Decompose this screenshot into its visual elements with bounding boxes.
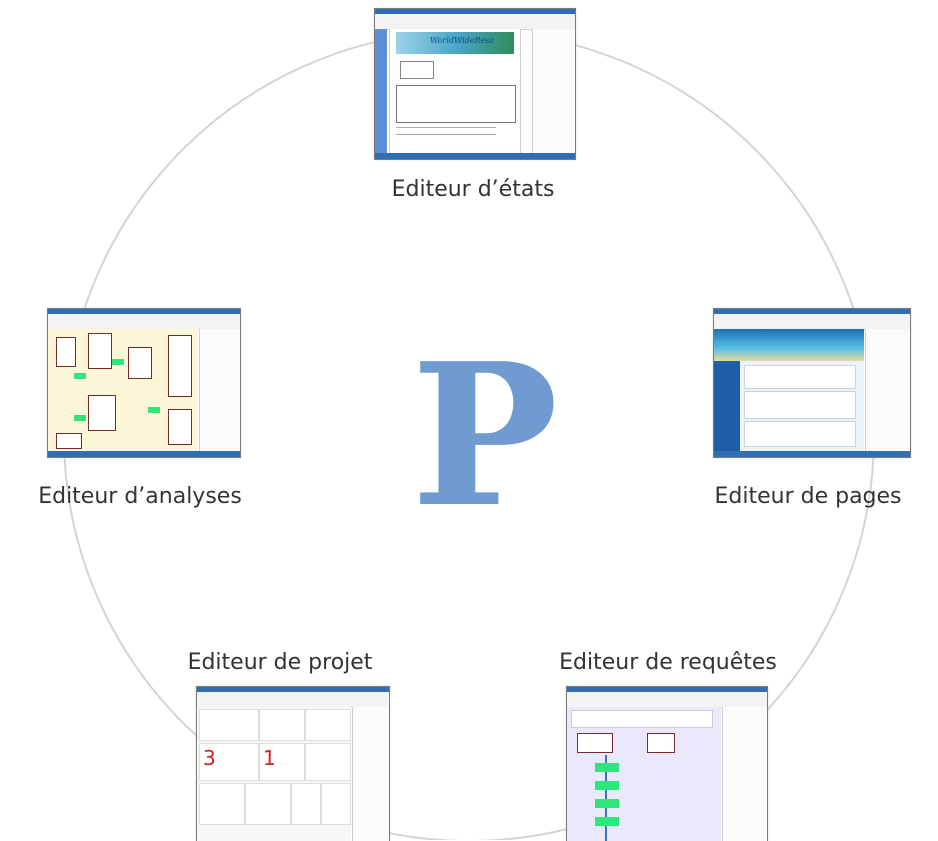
thumbnail-etats[interactable]: WorldWideResa bbox=[374, 8, 576, 160]
query-table bbox=[647, 733, 675, 753]
side-panel bbox=[722, 707, 767, 841]
dash-tile: 3 bbox=[199, 743, 259, 781]
statusbar bbox=[714, 451, 910, 457]
report-lines bbox=[396, 127, 496, 135]
side-panel bbox=[532, 29, 575, 153]
table-box bbox=[128, 347, 152, 379]
dash-tile: 1 bbox=[259, 743, 305, 781]
center-logo: P bbox=[411, 321, 559, 551]
side-panel bbox=[352, 707, 389, 841]
dash-tile bbox=[305, 743, 351, 781]
page-block bbox=[744, 421, 856, 447]
table-box bbox=[56, 337, 76, 367]
left-panel bbox=[375, 29, 387, 153]
ribbon bbox=[714, 314, 910, 330]
dash-tile bbox=[199, 709, 259, 741]
dash-tile bbox=[259, 709, 305, 741]
link-green bbox=[148, 407, 160, 413]
logo-letter: P bbox=[411, 321, 559, 551]
dash-tile bbox=[199, 783, 245, 825]
report-logo-text: WorldWideResa bbox=[430, 36, 495, 45]
query-step bbox=[595, 781, 619, 790]
table-box bbox=[168, 409, 192, 445]
dash-number: 3 bbox=[203, 746, 216, 770]
label-etats: Editeur d’états bbox=[391, 177, 555, 202]
page-block bbox=[744, 391, 856, 419]
dash-number: 1 bbox=[263, 746, 276, 770]
ribbon bbox=[375, 14, 575, 30]
dash-tile bbox=[291, 783, 321, 825]
query-step bbox=[595, 799, 619, 808]
thumbnail-pages[interactable] bbox=[713, 308, 911, 458]
label-projet: Editeur de projet bbox=[187, 650, 373, 675]
dash-tile bbox=[321, 783, 351, 825]
page-canvas bbox=[714, 329, 864, 451]
page-banner bbox=[714, 329, 864, 361]
query-step bbox=[595, 817, 619, 826]
report-page: WorldWideResa bbox=[389, 29, 521, 153]
table-box bbox=[168, 335, 192, 397]
thumbnail-requetes[interactable] bbox=[566, 686, 768, 841]
ribbon bbox=[48, 314, 240, 330]
report-table bbox=[396, 85, 516, 123]
thumbnail-projet[interactable]: 3 1 bbox=[196, 686, 390, 841]
statusbar bbox=[48, 451, 240, 457]
ribbon bbox=[567, 692, 767, 708]
ribbon bbox=[197, 692, 389, 708]
link-green bbox=[112, 359, 124, 365]
side-panel bbox=[865, 329, 910, 451]
report-box bbox=[400, 61, 434, 79]
query-text bbox=[571, 710, 713, 728]
page-block bbox=[744, 365, 856, 389]
label-requetes: Editeur de requêtes bbox=[559, 650, 777, 675]
query-canvas bbox=[567, 707, 721, 841]
thumbnail-analyses[interactable] bbox=[47, 308, 241, 458]
link-green bbox=[74, 373, 86, 379]
query-table bbox=[577, 733, 613, 753]
link-green bbox=[74, 415, 86, 421]
dash-tile bbox=[245, 783, 291, 825]
table-box bbox=[88, 333, 112, 369]
label-pages: Editeur de pages bbox=[714, 484, 902, 509]
label-analyses: Editeur d’analyses bbox=[38, 484, 242, 509]
table-box bbox=[56, 433, 82, 449]
side-panel bbox=[199, 329, 240, 451]
query-step bbox=[595, 763, 619, 772]
dashboard: 3 1 bbox=[197, 707, 351, 841]
statusbar bbox=[375, 153, 575, 159]
analysis-canvas bbox=[48, 329, 198, 451]
table-box bbox=[88, 395, 116, 431]
page-leftnav bbox=[714, 361, 740, 451]
dash-tile bbox=[305, 709, 351, 741]
